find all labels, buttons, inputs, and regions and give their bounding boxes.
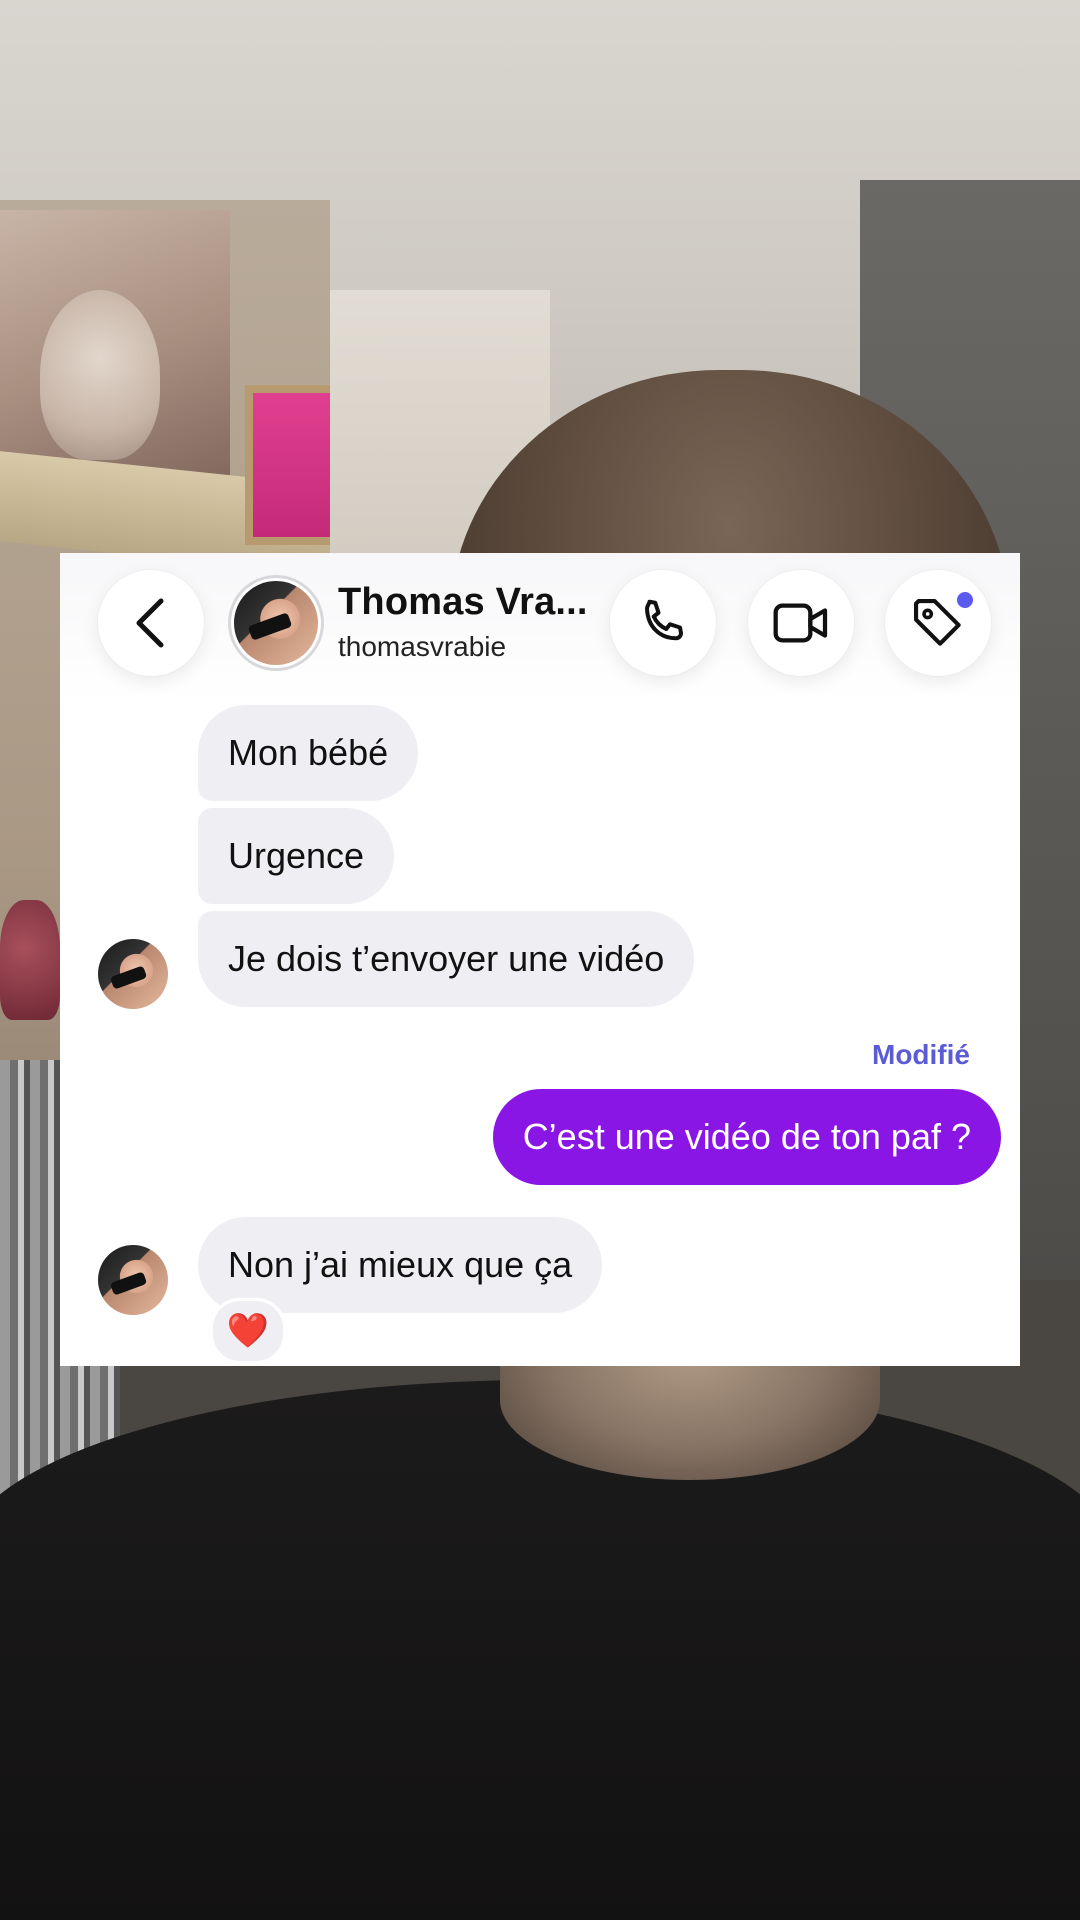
edited-label[interactable]: Modifié	[872, 1039, 970, 1071]
dm-conversation-card: Thomas Vra... thomasvrabie Mon bébé Urge…	[60, 553, 1020, 1366]
audio-call-button[interactable]	[610, 570, 716, 676]
heart-icon: ❤️	[226, 1312, 270, 1350]
avatar-image	[98, 1245, 168, 1315]
sent-message[interactable]: C’est une vidéo de ton paf ?	[492, 1089, 1001, 1185]
phone-icon	[645, 599, 683, 641]
contact-avatar[interactable]	[228, 575, 324, 671]
notification-dot	[955, 590, 975, 610]
back-button[interactable]	[98, 570, 204, 676]
sender-avatar[interactable]	[98, 939, 168, 1009]
received-message[interactable]: Urgence	[198, 808, 395, 904]
video-camera-icon	[773, 603, 828, 643]
video-call-button[interactable]	[748, 570, 854, 676]
screen: Thomas Vra... thomasvrabie Mon bébé Urge…	[0, 0, 1080, 1920]
avatar-image	[98, 939, 168, 1009]
contact-username: thomasvrabie	[338, 631, 507, 662]
background-poster-face	[40, 290, 160, 460]
sender-avatar[interactable]	[98, 1245, 168, 1315]
background-person-shirt	[0, 1380, 1080, 1920]
chevron-left-icon	[136, 598, 164, 648]
received-message[interactable]: Je dois t’envoyer une vidéo	[198, 911, 695, 1007]
background-figurine	[0, 900, 60, 1020]
contact-name[interactable]: Thomas Vra...	[338, 581, 588, 624]
chat-header: Thomas Vra... thomasvrabie	[60, 553, 1020, 703]
heart-reaction[interactable]: ❤️	[210, 1298, 286, 1364]
received-message[interactable]: Mon bébé	[198, 705, 419, 801]
tag-button[interactable]	[885, 570, 991, 676]
avatar-image	[234, 581, 318, 665]
